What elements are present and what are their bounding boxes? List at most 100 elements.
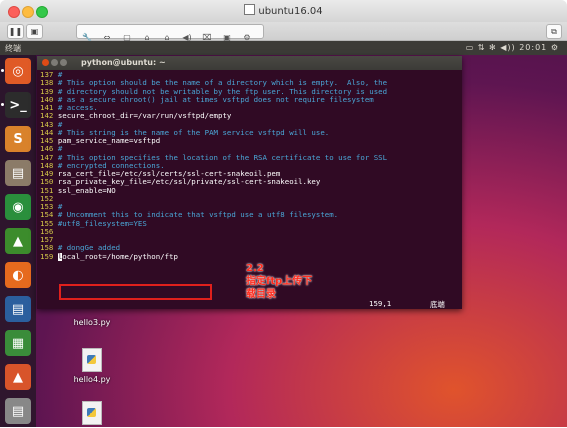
vim-line: 137 # (40, 71, 460, 79)
launcher-sublime-icon[interactable]: S (5, 126, 31, 152)
vim-line: 159 local_root=/home/python/ftp (40, 252, 460, 261)
vim-line: 141 # access. (40, 104, 460, 112)
vim-line: 140 # as a secure chroot() jail at times… (40, 96, 460, 104)
launcher-pycharm-icon[interactable]: ▲ (5, 228, 31, 254)
line-number: 144 (40, 128, 54, 137)
vim-scroll-indicator: 底端 (430, 300, 445, 309)
python-file-icon (82, 348, 102, 372)
terminal-minimize-icon[interactable] (51, 59, 58, 66)
line-number: 152 (40, 194, 54, 203)
line-text: rsa_cert_file=/etc/ssl/certs/ssl-cert-sn… (57, 170, 281, 178)
line-number: 151 (40, 186, 54, 195)
line-text: # (57, 203, 63, 211)
vim-line: 153 # (40, 203, 460, 211)
line-number: 150 (40, 178, 54, 187)
launcher-impress-icon[interactable]: ▲ (5, 364, 31, 390)
host-titlebar: ubuntu16.04 (0, 0, 567, 22)
line-text: # (57, 120, 63, 129)
line-text: # This option specifies the location of … (57, 153, 388, 162)
vim-line: 146 # (40, 145, 460, 153)
launcher-dash-icon[interactable]: ◎ (5, 58, 31, 84)
line-number: 153 (40, 203, 54, 211)
line-number: 137 (40, 71, 54, 79)
terminal-title: python@ubuntu: ~ (81, 58, 166, 67)
line-number: 154 (40, 211, 54, 220)
pause-vm-button[interactable]: ❚❚ (7, 24, 24, 39)
vim-line: 139 # directory should not be writable b… (40, 88, 460, 96)
line-number: 145 (40, 137, 54, 145)
line-number: 156 (40, 227, 54, 236)
line-number: 140 (40, 95, 54, 104)
desktop-file-hello4[interactable]: hello4.py (62, 348, 122, 384)
line-text: # as a secure chroot() jail at times vsf… (57, 95, 374, 104)
vim-line: 158 # dongGe added (40, 244, 460, 252)
launcher-firefox-icon[interactable]: ◐ (5, 262, 31, 288)
vim-line: 147 # This option specifies the location… (40, 154, 460, 162)
line-text: # This string is the name of the PAM ser… (57, 128, 330, 137)
line-text: # Uncomment this to indicate that vsftpd… (57, 211, 339, 220)
file-label: hello3.py (73, 318, 111, 327)
vim-line: 150 rsa_private_key_file=/etc/ssl/privat… (40, 178, 460, 186)
line-text: # directory should not be writable by th… (57, 87, 388, 96)
terminal-close-icon[interactable] (42, 59, 49, 66)
line-text: # (57, 145, 63, 154)
line-text: # This option should be the name of a di… (57, 79, 388, 88)
vim-line: 149 rsa_cert_file=/etc/ssl/certs/ssl-cer… (40, 170, 460, 178)
line-number: 146 (40, 145, 54, 154)
snapshot-button[interactable]: ▣ (26, 24, 43, 39)
line-text: pam_service_name=vsftpd (57, 137, 161, 145)
line-number: 149 (40, 170, 54, 178)
vim-line: 152 (40, 195, 460, 203)
line-text: # dongGe added (57, 244, 121, 253)
line-number: 157 (40, 236, 54, 244)
line-number: 159 (40, 252, 54, 261)
line-text: # (57, 71, 63, 79)
file-label: hello4.py (73, 375, 111, 384)
line-number: 139 (40, 87, 54, 96)
vim-cursor-position: 159,1 (369, 299, 392, 308)
system-tray[interactable]: ▭ ⇅ ✻ ◀)) 20:01 ⚙ (466, 43, 559, 52)
host-toolbar: ❚❚ ▣ 🔧⇔▢⌂⌂◀)⌧▣⚙◀ ⧉ (0, 22, 567, 61)
launcher-chrome-icon[interactable]: ◉ (5, 194, 31, 220)
line-number: 142 (40, 112, 54, 121)
vim-line: 143 # (40, 121, 460, 129)
line-text: ocal_root=/home/python/ftp (62, 252, 178, 261)
terminal-titlebar: python@ubuntu: ~ (37, 56, 462, 70)
running-indicator (1, 69, 4, 72)
line-text: secure_chroot_dir=/var/run/vsftpd/empty (57, 112, 232, 121)
vim-line: 148 # encrypted connections. (40, 162, 460, 170)
vim-line: 156 (40, 228, 460, 236)
python-file-icon (82, 401, 102, 425)
line-number: 143 (40, 120, 54, 129)
annotation-text: 2.2 指定ftp上传下 载目录 (246, 263, 313, 300)
unity-launcher: ◎ >_ S ▤ ◉ ▲ ◐ ▤ ▦ ▲ ▤ (0, 55, 36, 427)
line-number: 138 (40, 79, 54, 88)
vim-line: 157 (40, 236, 460, 244)
vim-line: 142 secure_chroot_dir=/var/run/vsftpd/em… (40, 112, 460, 120)
line-number: 155 (40, 219, 54, 228)
launcher-calc-icon[interactable]: ▦ (5, 330, 31, 356)
ubuntu-top-panel: 终端 ▭ ⇅ ✻ ◀)) 20:01 ⚙ (0, 41, 567, 55)
launcher-writer-icon[interactable]: ▤ (5, 296, 31, 322)
line-text: # access. (57, 104, 98, 112)
vm-tools-group: 🔧⇔▢⌂⌂◀)⌧▣⚙◀ (76, 24, 264, 61)
host-window-title-text: ubuntu16.04 (258, 6, 323, 17)
line-text: ssl_enable=NO (57, 186, 116, 195)
launcher-terminal-icon[interactable]: >_ (5, 92, 31, 118)
vim-line: 144 # This string is the name of the PAM… (40, 129, 460, 137)
vm-icon (244, 4, 256, 15)
line-number: 148 (40, 161, 54, 170)
terminal-maximize-icon[interactable] (60, 59, 67, 66)
running-indicator (1, 103, 4, 106)
desktop-file-python[interactable] (62, 401, 122, 428)
fullscreen-button[interactable]: ⧉ (546, 24, 562, 39)
line-text: # encrypted connections. (57, 161, 165, 170)
line-number: 158 (40, 244, 54, 253)
vim-line: 151 ssl_enable=NO (40, 187, 460, 195)
launcher-trash-icon[interactable]: ▤ (5, 398, 31, 424)
line-text: #utf8_filesystem=YES (57, 219, 147, 228)
vim-line: 154 # Uncomment this to indicate that vs… (40, 211, 460, 219)
highlight-box (59, 284, 212, 300)
launcher-files-icon[interactable]: ▤ (5, 160, 31, 186)
vim-line: 145 pam_service_name=vsftpd (40, 137, 460, 145)
